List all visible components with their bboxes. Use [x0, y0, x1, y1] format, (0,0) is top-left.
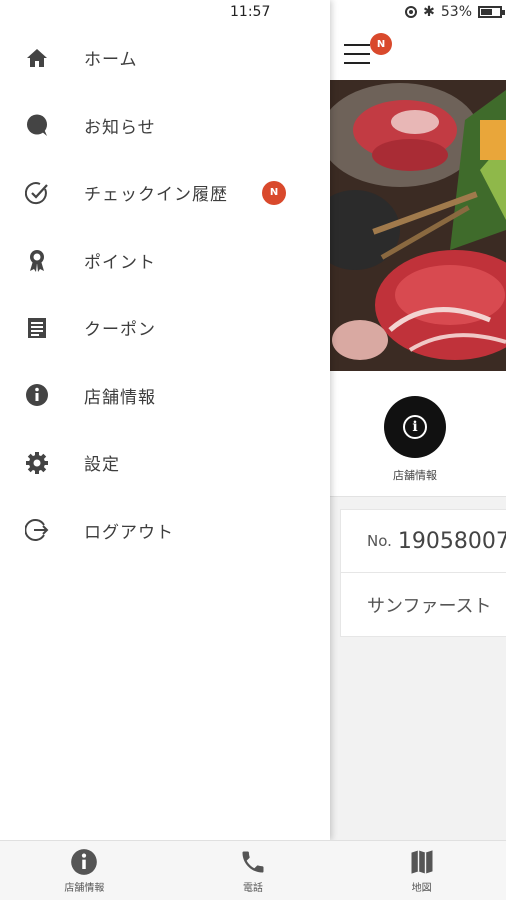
- tab-label: 電話: [243, 882, 263, 894]
- drawer-item-label: お知らせ: [84, 117, 156, 138]
- new-badge: N: [262, 180, 286, 205]
- member-card: No. 19058007 サンファースト: [340, 509, 506, 637]
- chat-bubble-icon: [24, 112, 50, 138]
- drawer-item-coupon[interactable]: クーポン: [0, 294, 330, 362]
- drawer-item-points[interactable]: ポイント: [0, 227, 330, 295]
- location-icon: [405, 6, 418, 18]
- shop-info-section: i 店舗情報: [330, 371, 506, 497]
- shop-info-label: 店舗情報: [393, 469, 437, 482]
- member-number-row: No. 19058007: [341, 510, 506, 573]
- drawer-item-checkin-history[interactable]: チェックイン履歴 N: [0, 159, 330, 227]
- drawer-item-logout[interactable]: ログアウト: [0, 497, 330, 565]
- member-number-value: 19058007: [397, 528, 506, 554]
- drawer-item-settings[interactable]: 設定: [0, 429, 330, 497]
- gear-icon: [24, 450, 50, 476]
- award-ribbon-icon: [24, 247, 50, 273]
- drawer-item-shop-info[interactable]: 店舗情報: [0, 362, 330, 430]
- coupon-list-icon: [24, 315, 50, 341]
- check-circle-icon: [24, 180, 50, 206]
- phone-icon: [242, 851, 264, 872]
- battery-percent: 53%: [440, 4, 472, 20]
- info-icon: [71, 848, 98, 875]
- member-name-row: サンファースト: [341, 573, 506, 636]
- drawer-item-label: チェックイン履歴: [84, 185, 228, 206]
- drawer-item-home[interactable]: ホーム: [0, 24, 330, 92]
- drawer-item-label: ログアウト: [84, 522, 174, 543]
- battery-icon: [478, 6, 505, 18]
- member-number-label: No.: [367, 532, 392, 550]
- shop-info-button[interactable]: i: [384, 396, 446, 458]
- hamburger-menu-icon[interactable]: [344, 44, 370, 66]
- status-time: 11:57: [230, 4, 271, 20]
- drawer-item-label: ポイント: [84, 252, 156, 273]
- drawer-menu: ホーム お知らせ チェックイン履歴 N ポイント クーポン 店舗情報 設定 ログ…: [0, 24, 330, 564]
- main-screen: ✱ 53% N i 店舗情報 No. 19058007 サンファースト: [330, 0, 506, 840]
- tab-label: 店舗情報: [64, 882, 105, 894]
- logout-icon: [24, 517, 50, 543]
- status-icons: ✱ 53%: [405, 4, 505, 20]
- info-icon: [24, 382, 50, 408]
- tab-phone[interactable]: 電話: [169, 841, 338, 900]
- map-icon: [411, 849, 433, 874]
- app-bar: N: [330, 26, 506, 80]
- bottom-tab-bar: 店舗情報 電話 地図: [0, 840, 506, 900]
- navigation-drawer: 11:57 ホーム お知らせ チェックイン履歴 N ポイント クーポン 店舗情報…: [0, 0, 330, 840]
- status-bar-right: ✱ 53%: [330, 0, 506, 26]
- drawer-item-label: ホーム: [84, 50, 138, 71]
- drawer-item-label: クーポン: [84, 320, 156, 341]
- drawer-item-label: 設定: [84, 455, 120, 476]
- menu-notification-badge: N: [370, 33, 392, 55]
- home-icon: [24, 45, 50, 71]
- hero-food-image: [330, 80, 506, 371]
- tab-label: 地図: [411, 882, 432, 894]
- drawer-item-news[interactable]: お知らせ: [0, 92, 330, 160]
- tab-shop-info[interactable]: 店舗情報: [0, 841, 169, 900]
- tab-map[interactable]: 地図: [337, 841, 506, 900]
- info-icon: i: [403, 415, 427, 439]
- member-name: サンファースト: [367, 595, 492, 617]
- bluetooth-icon: ✱: [423, 4, 435, 20]
- drawer-item-label: 店舗情報: [84, 387, 156, 408]
